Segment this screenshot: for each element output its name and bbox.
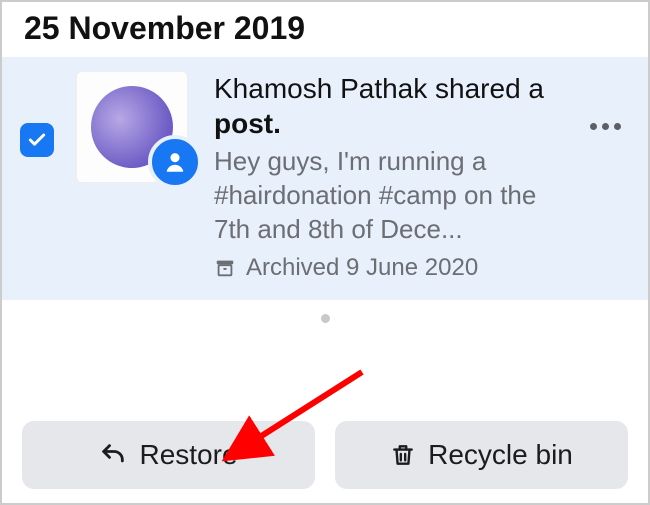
body-preview: Hey guys, I'm running a #hairdonation #c… — [214, 145, 572, 246]
more-button[interactable] — [590, 123, 621, 130]
app-frame: 25 November 2019 Khamosh Pathak shared a… — [0, 0, 650, 505]
activity-item[interactable]: Khamosh Pathak shared a post. Hey guys, … — [2, 57, 648, 300]
checkbox-column — [20, 71, 76, 157]
object-text: post — [214, 108, 273, 139]
select-checkbox[interactable] — [20, 123, 54, 157]
date-header: 25 November 2019 — [2, 2, 648, 57]
recycle-bin-button[interactable]: Recycle bin — [335, 421, 628, 489]
undo-icon — [99, 441, 127, 469]
recycle-label: Recycle bin — [428, 439, 573, 471]
item-title: Khamosh Pathak shared a post. — [214, 71, 572, 141]
author-name: Khamosh Pathak — [214, 73, 427, 104]
restore-label: Restore — [139, 439, 237, 471]
more-column — [580, 71, 630, 130]
thumbnail-column — [76, 71, 196, 183]
content-column: Khamosh Pathak shared a post. Hey guys, … — [196, 71, 580, 282]
person-icon — [162, 149, 188, 175]
restore-button[interactable]: Restore — [22, 421, 315, 489]
trash-icon — [390, 442, 416, 468]
checkmark-icon — [27, 130, 47, 150]
action-bar: Restore Recycle bin — [2, 421, 648, 489]
archive-icon — [214, 257, 236, 279]
profile-badge — [148, 135, 202, 189]
action-text: shared a — [435, 73, 544, 104]
meta-row: Archived 9 June 2020 — [214, 254, 572, 282]
sheet-drag-handle[interactable] — [2, 300, 648, 335]
archived-label: Archived 9 June 2020 — [246, 254, 478, 282]
drag-indicator-icon — [321, 314, 330, 323]
more-icon — [590, 123, 597, 130]
